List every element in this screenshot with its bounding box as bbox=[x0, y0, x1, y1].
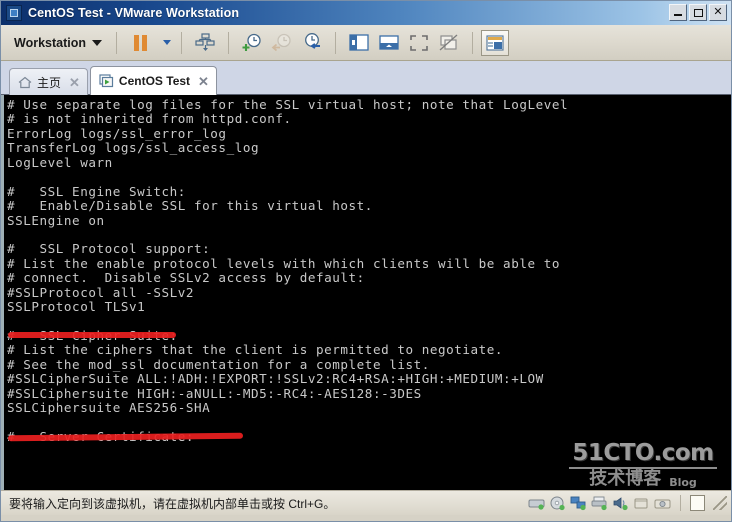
status-divider bbox=[680, 495, 681, 511]
show-thumbnail-bar-button[interactable] bbox=[374, 29, 404, 57]
close-button[interactable]: ✕ bbox=[709, 4, 727, 21]
toolbar-divider bbox=[116, 31, 117, 54]
maximize-button[interactable] bbox=[689, 4, 707, 21]
workstation-menu-label: Workstation bbox=[14, 35, 86, 50]
terminal-line: # is not inherited from httpd.conf. bbox=[7, 111, 292, 127]
terminal-line: # List the ciphers that the client is pe… bbox=[7, 342, 504, 358]
terminal-text: # Use separate log files for the SSL vir… bbox=[4, 95, 731, 490]
snapshot-tree-icon bbox=[195, 32, 215, 51]
unity-windows-icon bbox=[439, 34, 458, 50]
sound-card-icon[interactable] bbox=[612, 496, 629, 511]
minimize-button[interactable] bbox=[669, 4, 687, 21]
unity-mode-button[interactable] bbox=[434, 29, 464, 57]
thumbnail-bar-icon bbox=[379, 34, 399, 50]
camera-icon[interactable] bbox=[654, 496, 671, 511]
status-bar: 要将输入定向到该虚拟机，请在虚拟机内部单击或按 Ctrl+G。 bbox=[1, 490, 731, 515]
watermark-main: 51CTO.com bbox=[572, 440, 714, 466]
device-status-icons bbox=[528, 495, 727, 511]
console-view-icon bbox=[486, 34, 504, 51]
tab-home-label: 主页 bbox=[37, 75, 62, 90]
show-library-button[interactable] bbox=[344, 29, 374, 57]
chevron-down-icon bbox=[92, 39, 102, 46]
terminal-line: LogLevel warn bbox=[7, 154, 113, 170]
terminal-line: SSLCiphersuite AES256-SHA bbox=[7, 400, 211, 416]
workstation-menu-button[interactable]: Workstation bbox=[11, 33, 108, 53]
main-toolbar: Workstation bbox=[1, 25, 731, 61]
pause-icon bbox=[133, 34, 147, 51]
toolbar-divider bbox=[228, 31, 229, 54]
terminal-line: # connect. Disable SSLv2 access by defau… bbox=[7, 270, 365, 286]
vmware-workstation-window: CentOS Test - VMware Workstation ✕ Works… bbox=[0, 0, 732, 522]
terminal-line: ErrorLog logs/ssl_error_log bbox=[7, 125, 227, 141]
vm-console[interactable]: # Use separate log files for the SSL vir… bbox=[1, 95, 731, 490]
printer-icon[interactable] bbox=[591, 496, 608, 511]
vm-icon bbox=[99, 74, 114, 88]
watermark-sub-en: Blog bbox=[669, 476, 697, 489]
home-icon bbox=[18, 76, 32, 88]
console-view-button[interactable] bbox=[481, 29, 509, 56]
terminal-line: # List the enable protocol levels with w… bbox=[7, 255, 560, 271]
revert-snapshot-button[interactable] bbox=[267, 29, 297, 57]
usb-device-icon[interactable] bbox=[633, 496, 650, 511]
terminal-line: SSLEngine on bbox=[7, 212, 105, 228]
clock-wrench-icon bbox=[305, 32, 320, 49]
watermark: 51CTO.com 技术博客 Blog bbox=[563, 442, 723, 488]
toolbar-divider bbox=[335, 31, 336, 54]
terminal-line: # See the mod_ssl documentation for a co… bbox=[7, 356, 430, 372]
watermark-sub-cn: 技术博客 bbox=[589, 468, 662, 489]
manage-snapshots-button[interactable] bbox=[297, 29, 327, 57]
network-adapter-icon[interactable] bbox=[570, 496, 587, 511]
snapshot-manager-button[interactable] bbox=[190, 29, 220, 57]
terminal-line: #SSLCipherSuite ALL:!ADH:!EXPORT:!SSLv2:… bbox=[7, 371, 544, 387]
window-title: CentOS Test - VMware Workstation bbox=[28, 6, 240, 20]
take-snapshot-button[interactable] bbox=[237, 29, 267, 57]
tab-bar: 主页 ✕ CentOS Test ✕ bbox=[1, 61, 731, 95]
clock-back-icon bbox=[271, 33, 291, 51]
status-message: 要将输入定向到该虚拟机，请在虚拟机内部单击或按 Ctrl+G。 bbox=[9, 496, 336, 511]
vmware-vm-icon bbox=[6, 5, 22, 21]
terminal-line: #SSLCiphersuite HIGH:-aNULL:-MD5:-RC4:-A… bbox=[7, 385, 422, 401]
message-log-icon[interactable] bbox=[690, 495, 705, 511]
toolbar-divider bbox=[472, 31, 473, 54]
title-bar: CentOS Test - VMware Workstation ✕ bbox=[1, 1, 731, 25]
cd-dvd-icon[interactable] bbox=[549, 496, 566, 511]
chevron-down-icon bbox=[163, 40, 171, 45]
terminal-line: SSLProtocol TLSv1 bbox=[7, 299, 146, 315]
terminal-line: # SSL Protocol support: bbox=[7, 241, 211, 257]
tab-centos-test-label: CentOS Test bbox=[118, 74, 191, 88]
resize-grip-icon[interactable] bbox=[713, 496, 727, 510]
terminal-line: TransferLog logs/ssl_access_log bbox=[7, 140, 260, 156]
hard-disk-icon[interactable] bbox=[528, 496, 545, 511]
red-underline-sslprotocol bbox=[8, 332, 176, 338]
toolbar-divider bbox=[181, 31, 182, 54]
full-screen-button[interactable] bbox=[404, 29, 434, 57]
close-icon[interactable]: ✕ bbox=[69, 76, 80, 89]
terminal-line: # Use separate log files for the SSL vir… bbox=[7, 97, 569, 112]
window-controls: ✕ bbox=[669, 4, 727, 21]
clock-plus-icon bbox=[242, 33, 261, 51]
fullscreen-icon bbox=[410, 34, 428, 51]
close-icon[interactable]: ✕ bbox=[198, 75, 209, 88]
tab-home[interactable]: 主页 ✕ bbox=[9, 68, 88, 95]
power-dropdown-button[interactable] bbox=[155, 29, 173, 57]
tab-centos-test[interactable]: CentOS Test ✕ bbox=[89, 66, 217, 95]
sidebar-panel-icon bbox=[349, 33, 369, 51]
terminal-line: #SSLProtocol all -SSLv2 bbox=[7, 284, 195, 300]
suspend-button[interactable] bbox=[125, 29, 155, 57]
terminal-line: # SSL Engine Switch: bbox=[7, 183, 186, 199]
terminal-line: # Enable/Disable SSL for this virtual ho… bbox=[7, 198, 373, 214]
